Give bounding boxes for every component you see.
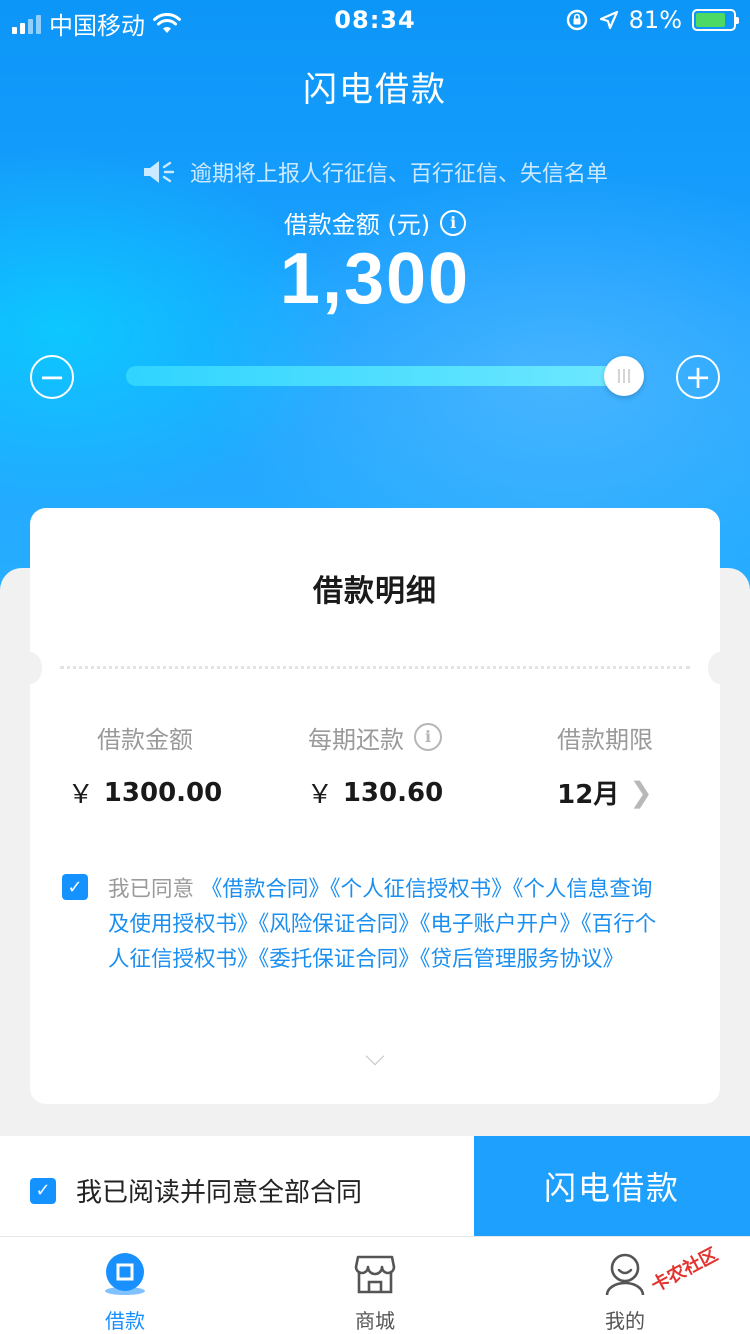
- loan-detail-card: 借款明细 借款金额 ￥ 1300.00 每期还款 i ￥ 130.60 借款期限…: [18, 508, 732, 1104]
- action-bar: ✓ 我已阅读并同意全部合同 闪电借款: [0, 1136, 750, 1236]
- notice-text: 逾期将上报人行征信、百行征信、失信名单: [189, 162, 608, 187]
- page-title: 闪电借款: [303, 70, 447, 110]
- amount-slider-track[interactable]: [126, 366, 624, 386]
- amount-slider-row: − +: [0, 352, 750, 402]
- dotted-divider: [60, 666, 690, 669]
- agreement-checkbox[interactable]: ✓: [62, 874, 88, 900]
- submit-loan-button[interactable]: 闪电借款: [474, 1136, 750, 1236]
- installment-info-icon[interactable]: i: [414, 723, 442, 751]
- loan-icon: [105, 1253, 145, 1295]
- agree-all-checkbox[interactable]: ✓: [30, 1177, 56, 1204]
- detail-installment: 每期还款 i ￥ 130.60: [260, 720, 490, 811]
- chevron-right-icon: ❯: [629, 776, 653, 809]
- rotation-lock-icon: [566, 9, 587, 31]
- amount-info-icon[interactable]: i: [440, 209, 467, 236]
- location-icon: [599, 10, 618, 30]
- decrease-amount-button[interactable]: −: [30, 355, 74, 399]
- battery-icon: [692, 9, 739, 31]
- store-icon: [354, 1255, 396, 1294]
- speaker-icon: [143, 161, 175, 183]
- detail-term[interactable]: 借款期限 12月 ❯: [490, 720, 720, 811]
- amount-label: 借款金额 (元) i: [0, 205, 750, 240]
- status-bar: 中国移动 08:34 81%: [0, 0, 750, 40]
- agreement-text: 我已同意 《借款合同》《个人征信授权书》《个人信息查询及使用授权书》《风险保证合…: [108, 877, 657, 972]
- ticket-notch-left: [18, 652, 42, 684]
- ticket-notch-right: [708, 652, 732, 684]
- tab-loan[interactable]: 借款: [0, 1237, 250, 1334]
- amount-slider-thumb[interactable]: [604, 356, 644, 396]
- loan-amount-value: 1,300: [279, 239, 471, 319]
- increase-amount-button[interactable]: +: [676, 355, 720, 399]
- agree-all-label: 我已阅读并同意全部合同: [76, 1178, 363, 1208]
- battery-percent: 81%: [628, 6, 682, 34]
- tab-bar: 借款 商城 我的: [0, 1236, 750, 1334]
- expand-chevron-down-icon[interactable]: ⌵: [30, 1042, 720, 1073]
- detail-title: 借款明细: [313, 574, 437, 609]
- tab-store[interactable]: 商城: [250, 1237, 500, 1334]
- profile-icon: [605, 1253, 645, 1296]
- overdue-notice: 逾期将上报人行征信、百行征信、失信名单: [0, 156, 750, 188]
- agree-all-row[interactable]: ✓ 我已阅读并同意全部合同: [30, 1172, 362, 1209]
- detail-loan-amount: 借款金额 ￥ 1300.00: [67, 725, 223, 811]
